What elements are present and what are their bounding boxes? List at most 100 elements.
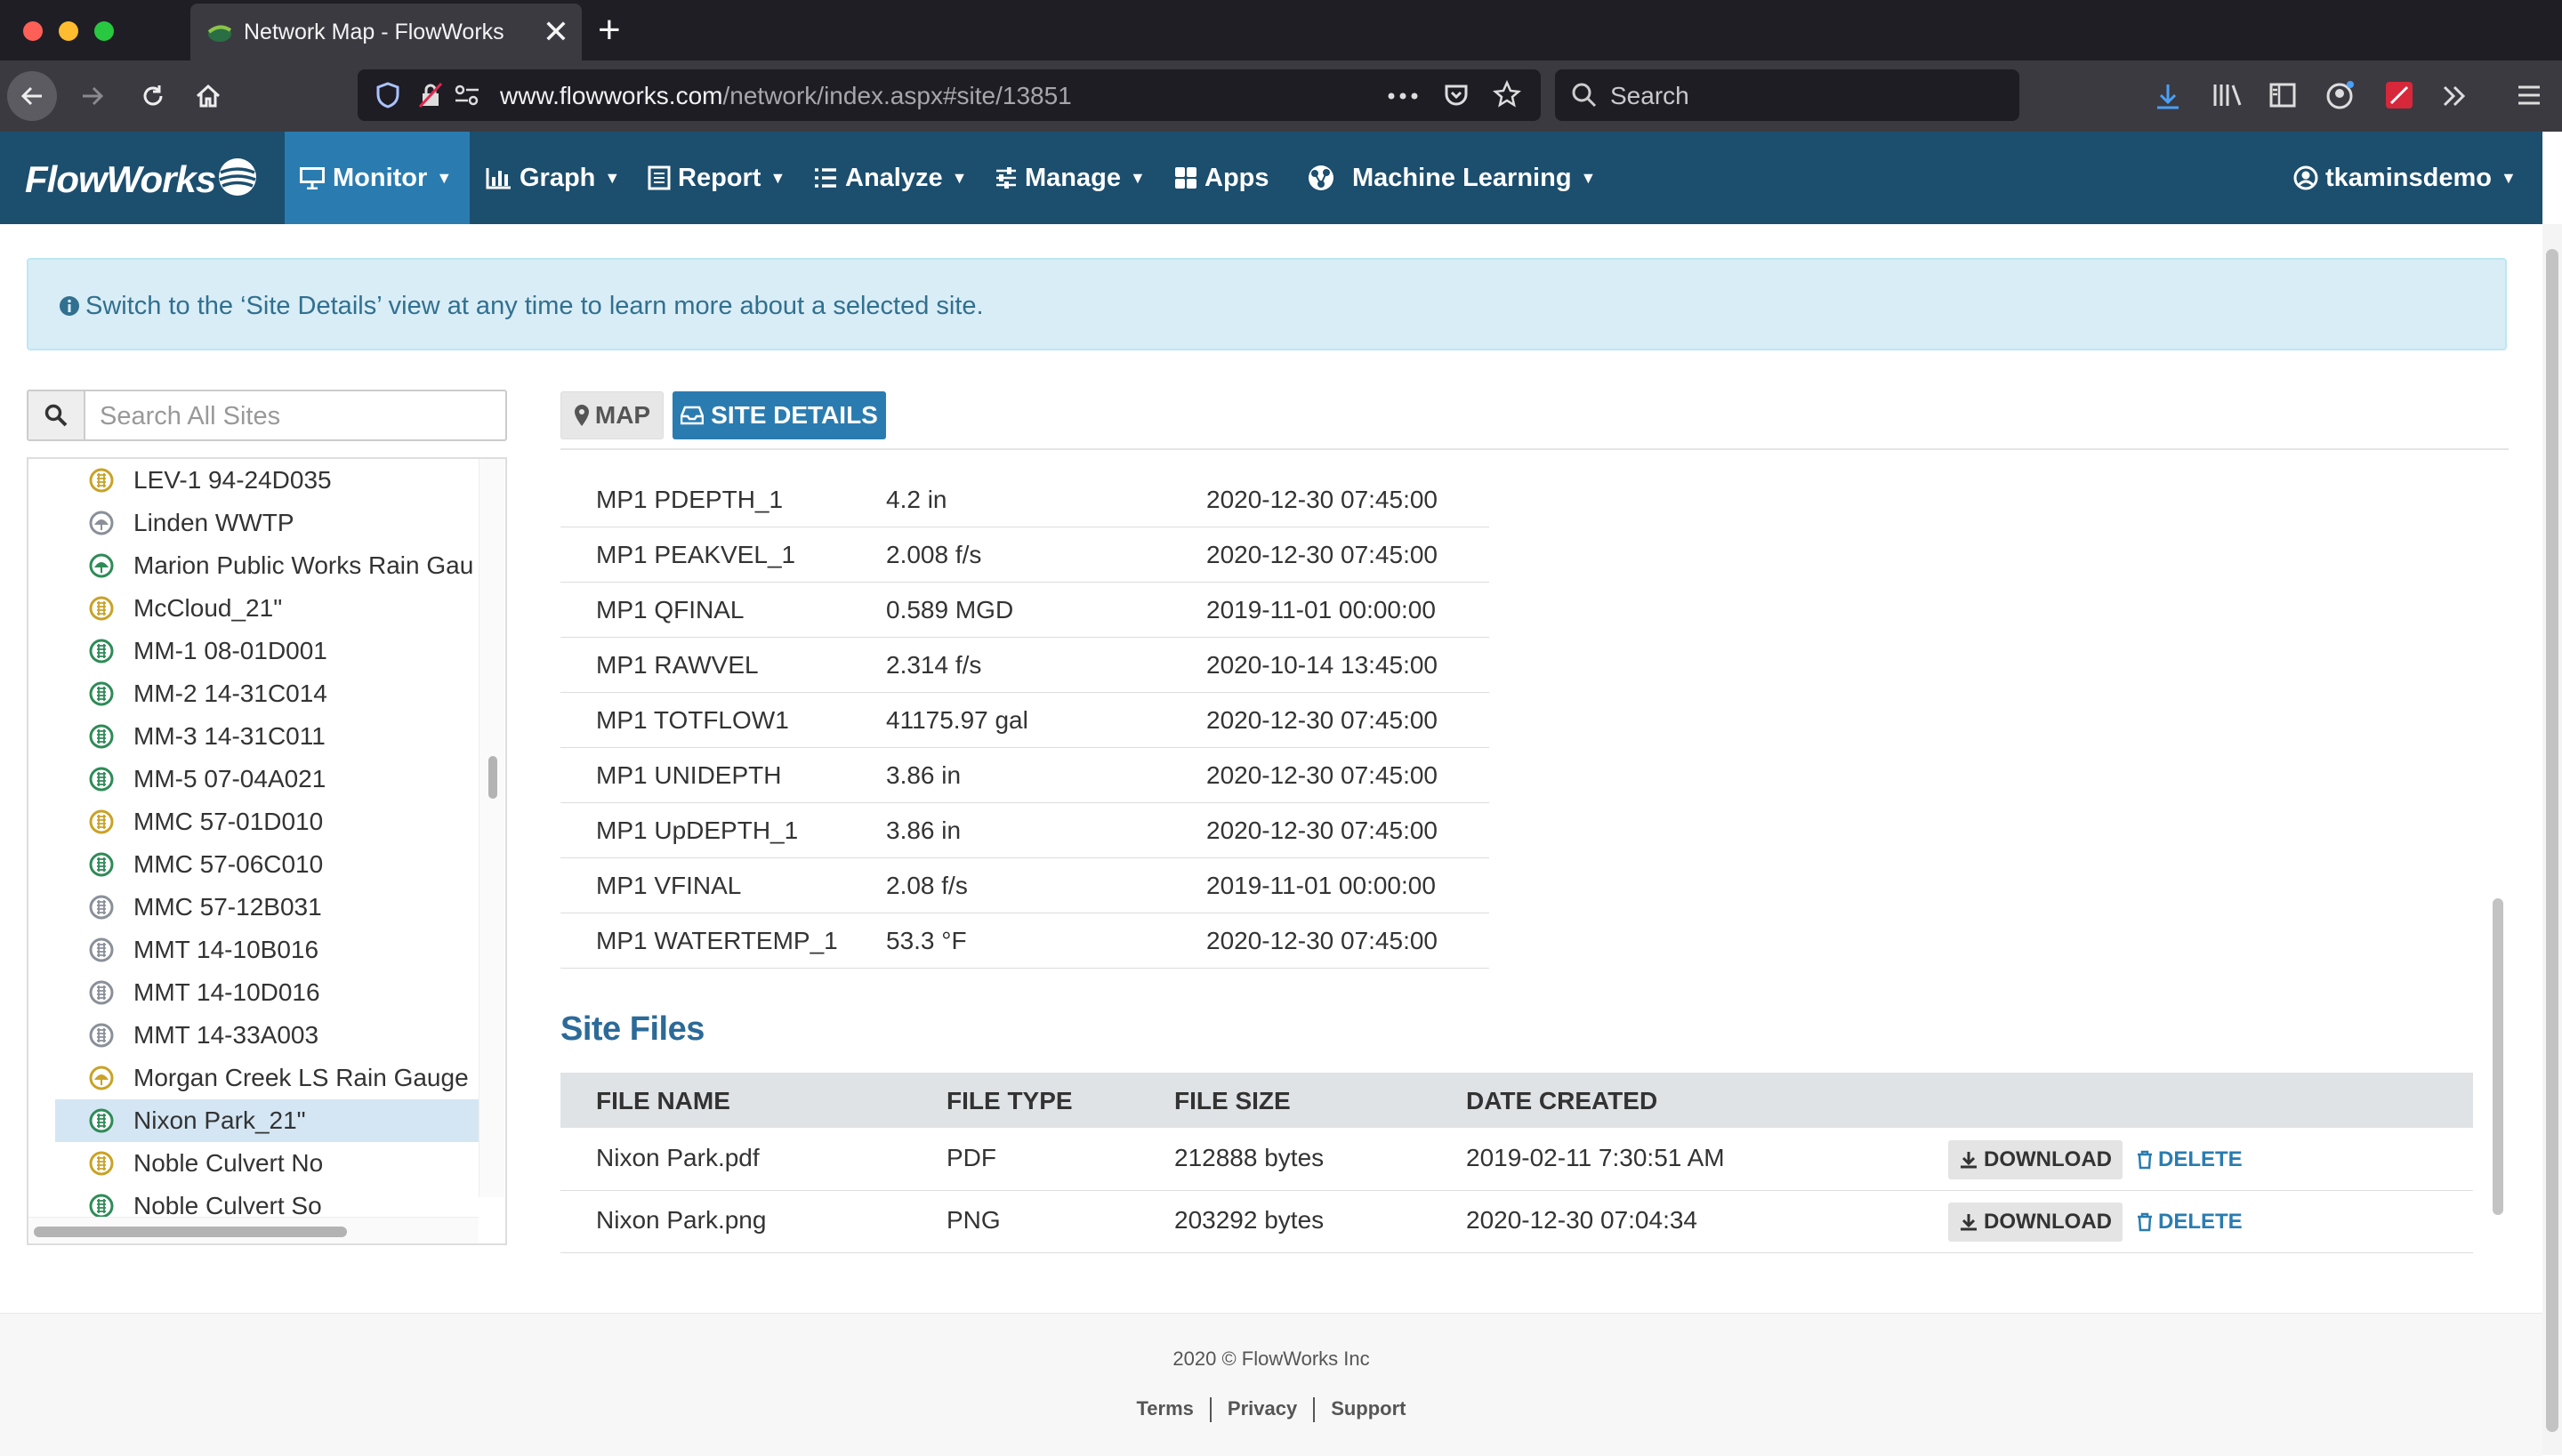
overflow-chevrons-icon[interactable] — [2441, 84, 2468, 109]
new-tab-button[interactable]: + — [598, 7, 621, 53]
footer-link-terms[interactable]: Terms — [1136, 1397, 1193, 1420]
site-list-item[interactable]: Morgan Creek LS Rain Gauge — [55, 1057, 479, 1099]
delete-label: DELETE — [2158, 1147, 2243, 1171]
delete-button[interactable]: DELETE — [2137, 1140, 2243, 1179]
channel-row[interactable]: MP1 PDEPTH_1 4.2 in 2020-12-30 07:45:00 — [560, 471, 1489, 527]
menu-graph[interactable]: Graph ▼ — [486, 132, 620, 224]
download-button[interactable]: DOWNLOAD — [1948, 1140, 2123, 1179]
site-list-horizontal-scrollbar[interactable] — [28, 1217, 479, 1243]
site-list-item[interactable]: MM-5 07-04A021 — [55, 758, 479, 800]
details-scrollbar[interactable] — [2489, 471, 2509, 1254]
address-bar[interactable]: www.flowworks.com/network/index.aspx#sit… — [358, 69, 1541, 121]
site-list-item[interactable]: MMC 57-06C010 — [55, 843, 479, 886]
reload-button[interactable] — [128, 71, 178, 121]
download-button[interactable]: DOWNLOAD — [1948, 1203, 2123, 1242]
account-icon[interactable] — [2325, 80, 2356, 110]
col-file-size[interactable]: FILE SIZE — [1174, 1087, 1291, 1115]
sidebar-toggle-icon[interactable] — [2268, 82, 2297, 109]
url-text: www.flowworks.com/network/index.aspx#sit… — [500, 82, 1072, 110]
library-icon[interactable] — [2212, 82, 2244, 109]
site-files-header: FILE NAME FILE TYPE FILE SIZE DATE CREAT… — [560, 1073, 2473, 1128]
user-menu[interactable]: tkaminsdemo ▼ — [2293, 132, 2517, 224]
site-list-item[interactable]: Noble Culvert No — [55, 1142, 479, 1185]
channel-row[interactable]: MP1 UpDEPTH_1 3.86 in 2020-12-30 07:45:00 — [560, 802, 1489, 858]
site-list-item[interactable]: MM-1 08-01D001 — [55, 630, 479, 672]
col-file-name[interactable]: FILE NAME — [596, 1087, 730, 1115]
menu-analyze[interactable]: Analyze ▼ — [813, 132, 967, 224]
sliders-icon — [996, 167, 1016, 189]
delete-button[interactable]: DELETE — [2137, 1203, 2243, 1242]
tab-close-icon[interactable]: ✕ — [543, 12, 569, 52]
site-details-tab-button[interactable]: SITE DETAILS — [673, 391, 886, 439]
site-search-input[interactable] — [98, 400, 493, 432]
caret-down-icon: ▼ — [2500, 168, 2517, 187]
site-list-item[interactable]: MM-3 14-31C011 — [55, 715, 479, 758]
channel-row[interactable]: MP1 UNIDEPTH 3.86 in 2020-12-30 07:45:00 — [560, 747, 1489, 803]
file-size: 212888 bytes — [1174, 1144, 1325, 1171]
site-name: MMT 14-33A003 — [133, 1021, 319, 1049]
footer-link-support[interactable]: Support — [1331, 1397, 1406, 1420]
site-list-item[interactable]: Linden WWTP — [55, 502, 479, 544]
channel-row[interactable]: MP1 RAWVEL 2.314 f/s 2020-10-14 13:45:00 — [560, 637, 1489, 693]
browser-search-bar[interactable]: Search — [1555, 69, 2019, 121]
site-list-item[interactable]: McCloud_21" — [55, 587, 479, 630]
downloads-icon[interactable] — [2155, 82, 2181, 110]
site-list-item[interactable]: MMT 14-10B016 — [55, 929, 479, 971]
details-scrollbar-thumb[interactable] — [2493, 898, 2503, 1215]
tab-title: Network Map - FlowWorks — [244, 20, 504, 44]
hamburger-menu-icon[interactable] — [2516, 84, 2542, 107]
menu-manage[interactable]: Manage ▼ — [995, 132, 1146, 224]
channel-row[interactable]: MP1 WATERTEMP_1 53.3 °F 2020-12-30 07:45:0… — [560, 913, 1489, 969]
site-list-vertical-scrollbar[interactable] — [479, 459, 504, 1197]
channel-date: 2020-12-30 07:45:00 — [1206, 541, 1438, 568]
home-button[interactable] — [183, 71, 233, 121]
site-list-hscroll-thumb[interactable] — [34, 1227, 347, 1237]
col-file-type[interactable]: FILE TYPE — [947, 1087, 1073, 1115]
menu-report-label: Report — [678, 163, 761, 192]
window-close-button[interactable] — [23, 21, 43, 41]
menu-apps[interactable]: Apps — [1174, 132, 1269, 224]
browser-tab[interactable]: Network Map - FlowWorks ✕ — [190, 4, 582, 60]
map-tab-button[interactable]: MAP — [560, 391, 664, 439]
page-scrollbar[interactable] — [2542, 224, 2562, 1455]
window-minimize-button[interactable] — [59, 21, 78, 41]
channel-name: MP1 QFINAL — [596, 596, 745, 623]
channel-row[interactable]: MP1 TOTFLOW1 41175.97 gal 2020-12-30 07:45… — [560, 692, 1489, 748]
back-button[interactable] — [7, 71, 57, 121]
channel-row[interactable]: MP1 PEAKVEL_1 2.008 f/s 2020-12-30 07:45:0… — [560, 527, 1489, 583]
col-date-created[interactable]: DATE CREATED — [1466, 1087, 1657, 1115]
footer-link-privacy[interactable]: Privacy — [1228, 1397, 1297, 1420]
site-list-item[interactable]: MMC 57-01D010 — [55, 800, 479, 843]
extension-icon[interactable] — [2384, 80, 2414, 110]
forward-button[interactable] — [68, 71, 117, 121]
page-scrollbar-thumb[interactable] — [2546, 249, 2558, 1432]
site-list-item[interactable]: MMT 14-33A003 — [55, 1014, 479, 1057]
trash-icon — [2138, 1150, 2152, 1170]
site-list-item[interactable]: MMC 57-12B031 — [55, 886, 479, 929]
menu-monitor[interactable]: Monitor ▼ — [285, 132, 470, 224]
site-list-scrollbar-thumb[interactable] — [488, 756, 497, 799]
menu-machine-learning[interactable]: Machine Learning ▼ — [1302, 132, 1596, 224]
channel-name: MP1 TOTFLOW1 — [596, 706, 789, 734]
site-list-item[interactable]: Marion Public Works Rain Gau — [55, 544, 479, 587]
pocket-icon[interactable] — [1443, 82, 1470, 109]
file-size: 203292 bytes — [1174, 1206, 1325, 1234]
site-list-item[interactable]: MMT 14-10D016 — [55, 971, 479, 1014]
bookmark-star-icon[interactable] — [1493, 80, 1521, 109]
flowworks-logo[interactable]: FlowWorks — [25, 158, 216, 201]
menu-report[interactable]: Report ▼ — [648, 132, 786, 224]
site-list-item[interactable]: Nixon Park_21" — [55, 1099, 479, 1142]
site-list-item[interactable]: MM-2 14-31C014 — [55, 672, 479, 715]
site-search-button[interactable] — [28, 391, 85, 439]
browser-tab-bar: Network Map - FlowWorks ✕ + — [0, 0, 2562, 60]
map-marker-icon — [574, 405, 589, 426]
more-actions-icon[interactable] — [1388, 93, 1418, 100]
green-meter-icon — [89, 681, 114, 706]
channel-row[interactable]: MP1 QFINAL 0.589 MGD 2019-11-01 00:00:00 — [560, 582, 1489, 638]
channel-row[interactable]: MP1 VFINAL 2.08 f/s 2019-11-01 00:00:00 — [560, 857, 1489, 913]
site-list-item[interactable]: LEV-1 94-24D035 — [55, 459, 479, 502]
menu-graph-label: Graph — [520, 163, 596, 192]
site-name: MMT 14-10B016 — [133, 936, 319, 963]
site-name: MM-1 08-01D001 — [133, 637, 327, 664]
window-zoom-button[interactable] — [94, 21, 114, 41]
